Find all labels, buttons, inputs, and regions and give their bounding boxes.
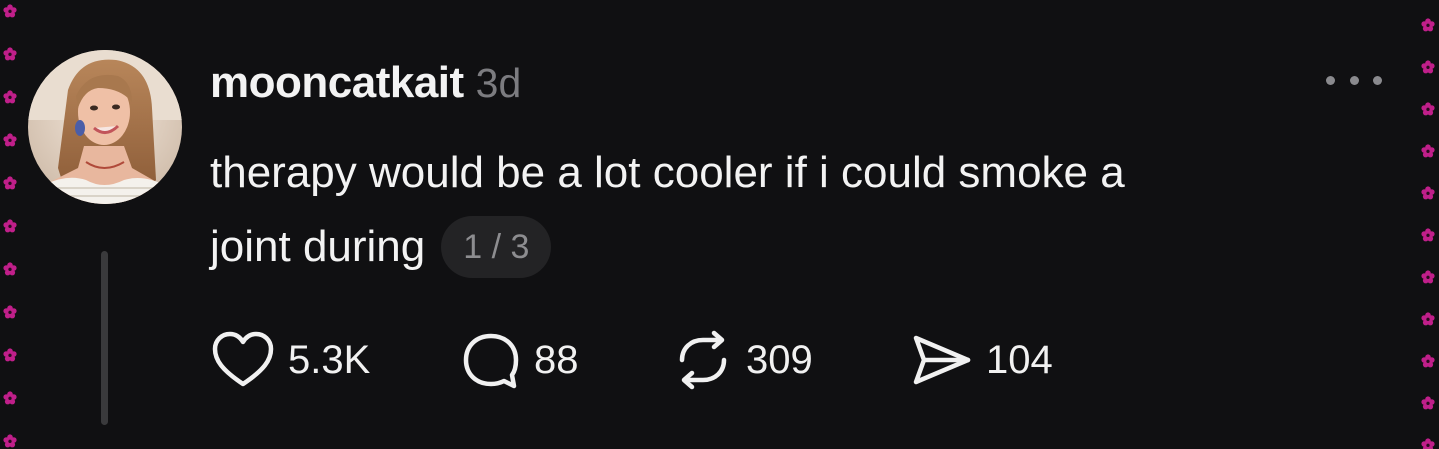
thread-line: [101, 251, 108, 425]
like-button[interactable]: 5.3K: [210, 330, 460, 390]
repost-count: 309: [746, 337, 813, 382]
repost-icon: [679, 330, 727, 390]
threads-post-screenshot: mooncatkait 3d therapy would be a lot co…: [0, 0, 1439, 449]
repost-button[interactable]: 309: [672, 330, 910, 390]
reply-button[interactable]: 88: [460, 330, 672, 390]
post-header: mooncatkait 3d: [210, 58, 521, 112]
timestamp: 3d: [475, 60, 522, 106]
more-horizontal-icon: [1326, 75, 1335, 85]
post-text-continued: joint during: [210, 222, 426, 271]
heart-icon: [212, 331, 274, 387]
post-text-line-2: joint during 1 / 3: [210, 210, 1330, 284]
reply-count: 88: [534, 337, 579, 382]
page-indicator-badge: 1 / 3: [441, 216, 552, 278]
more-dot: [1349, 75, 1359, 85]
avatar-image: [28, 50, 182, 204]
more-options-button[interactable]: [1326, 66, 1382, 94]
share-button[interactable]: 104: [910, 330, 1090, 390]
comment-icon: [463, 333, 519, 389]
username[interactable]: mooncatkait: [210, 58, 464, 108]
send-icon: [913, 335, 971, 385]
share-count: 104: [986, 337, 1053, 382]
like-count: 5.3K: [288, 337, 371, 382]
post-card: mooncatkait 3d therapy would be a lot co…: [0, 0, 1439, 449]
post-text-line-1: therapy would be a lot cooler if i could…: [210, 136, 1330, 210]
more-dot: [1373, 75, 1382, 85]
action-bar: 5.3K 88 309 104: [210, 330, 1090, 390]
post-body: therapy would be a lot cooler if i could…: [210, 136, 1330, 284]
post-text: therapy would be a lot cooler if i could…: [210, 148, 1125, 197]
avatar[interactable]: [28, 50, 182, 204]
